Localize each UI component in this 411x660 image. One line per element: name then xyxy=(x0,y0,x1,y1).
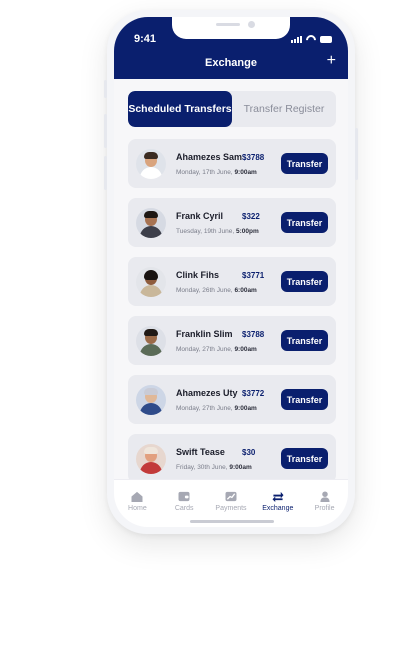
transfer-button[interactable]: Transfer xyxy=(281,271,328,292)
tab-label: Cards xyxy=(174,505,194,512)
status-time: 9:41 xyxy=(134,33,157,45)
contact-name: Frank Cyril xyxy=(176,211,224,221)
home-indicator xyxy=(190,520,274,523)
list-item: Swift Tease $30 Friday, 30th June, 9:00a… xyxy=(128,434,336,483)
transfer-button[interactable]: Transfer xyxy=(281,212,328,233)
transfer-amount: $3771 xyxy=(242,271,265,280)
transfer-amount: $3788 xyxy=(242,153,265,162)
signal-icon xyxy=(291,36,302,43)
speaker xyxy=(216,23,240,26)
avatar xyxy=(136,149,166,179)
transfer-button[interactable]: Transfer xyxy=(281,330,328,351)
screen: 9:41 Exchange + Scheduled Transfers Tran… xyxy=(114,17,348,527)
tab-label: Exchange xyxy=(262,505,294,512)
contact-name: Franklin Slim xyxy=(176,329,233,339)
status-icons xyxy=(291,35,332,43)
transfer-date: Monday, 26th June, 6:00am xyxy=(176,287,257,294)
home-icon xyxy=(131,491,143,502)
list-item: Ahamezes Uty $3772 Monday, 27th June, 9:… xyxy=(128,375,336,424)
card-icon xyxy=(178,491,190,502)
volume-down-button xyxy=(104,156,107,190)
contact-name: Swift Tease xyxy=(176,447,225,457)
tab-home[interactable]: Home xyxy=(114,480,161,527)
segmented-control: Scheduled Transfers Transfer Register xyxy=(128,91,336,127)
transfer-amount: $3788 xyxy=(242,330,265,339)
payments-icon xyxy=(225,491,237,502)
notch xyxy=(172,17,290,39)
mute-switch xyxy=(104,80,107,98)
transfer-button[interactable]: Transfer xyxy=(281,448,328,469)
tab-label: Profile xyxy=(314,505,335,512)
transfer-date: Monday, 27th June, 9:00am xyxy=(176,346,257,353)
tab-transfer-register[interactable]: Transfer Register xyxy=(232,91,336,127)
tab-profile[interactable]: Profile xyxy=(301,480,348,527)
list-item: Ahamezes Sam $3788 Monday, 17th June, 9:… xyxy=(128,139,336,188)
power-button xyxy=(355,128,358,180)
transfer-list: Ahamezes Sam $3788 Monday, 17th June, 9:… xyxy=(128,139,336,493)
contact-name: Ahamezes Sam xyxy=(176,152,243,162)
list-item: Frank Cyril $322 Tuesday, 19th June, 5:0… xyxy=(128,198,336,247)
transfer-date: Friday, 30th June, 9:00am xyxy=(176,464,252,471)
avatar xyxy=(136,385,166,415)
phone-frame: 9:41 Exchange + Scheduled Transfers Tran… xyxy=(104,10,358,534)
tab-label: Payments xyxy=(215,505,247,512)
avatar xyxy=(136,267,166,297)
camera xyxy=(248,21,255,28)
add-button[interactable]: + xyxy=(327,52,336,70)
transfer-amount: $322 xyxy=(242,212,260,221)
volume-up-button xyxy=(104,114,107,148)
list-item: Franklin Slim $3788 Monday, 27th June, 9… xyxy=(128,316,336,365)
wifi-icon xyxy=(306,35,316,43)
app-header: 9:41 Exchange + xyxy=(114,17,348,79)
tab-scheduled-transfers[interactable]: Scheduled Transfers xyxy=(128,91,232,127)
contact-name: Ahamezes Uty xyxy=(176,388,238,398)
contact-name: Clink Fihs xyxy=(176,270,220,280)
transfer-button[interactable]: Transfer xyxy=(281,389,328,410)
battery-icon xyxy=(320,36,332,43)
transfer-button[interactable]: Transfer xyxy=(281,153,328,174)
transfer-amount: $30 xyxy=(242,448,256,457)
transfer-date: Tuesday, 19th June, 5:00pm xyxy=(176,228,259,235)
exchange-icon xyxy=(272,491,284,502)
tab-label: Home xyxy=(128,505,147,512)
avatar xyxy=(136,208,166,238)
avatar xyxy=(136,326,166,356)
transfer-date: Monday, 27th June, 9:00am xyxy=(176,405,257,412)
transfer-date: Monday, 17th June, 9:00am xyxy=(176,169,257,176)
page-title: Exchange xyxy=(205,57,257,69)
avatar xyxy=(136,444,166,474)
profile-icon xyxy=(319,491,330,502)
transfer-amount: $3772 xyxy=(242,389,265,398)
list-item: Clink Fihs $3771 Monday, 26th June, 6:00… xyxy=(128,257,336,306)
